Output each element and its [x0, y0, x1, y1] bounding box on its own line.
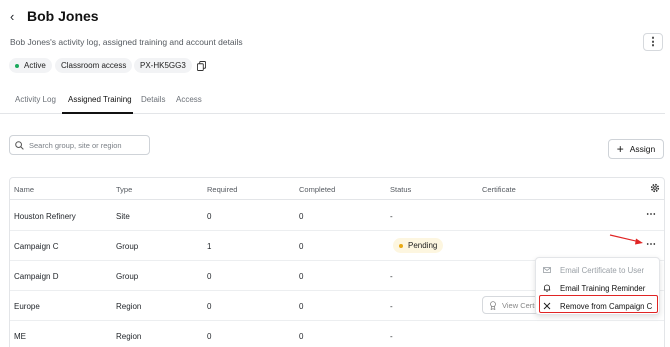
- active-tab-indicator: [62, 112, 133, 114]
- menu-item-label: Email Certificate to User: [560, 265, 645, 275]
- pending-dot-icon: [399, 243, 403, 248]
- column-header-name: Name: [14, 185, 35, 194]
- cell-completed: 0: [299, 212, 304, 221]
- tab-details[interactable]: Details: [141, 95, 165, 104]
- assign-button[interactable]: + Assign: [608, 139, 664, 159]
- more-options-button[interactable]: ⋮: [643, 33, 663, 51]
- column-header-required: Required: [207, 185, 238, 194]
- cell-required: 0: [207, 332, 212, 341]
- cell-required: 0: [207, 272, 212, 281]
- status-badge-active: Active: [9, 58, 52, 73]
- tab-access[interactable]: Access: [176, 95, 202, 104]
- status-badge-label: Active: [24, 61, 46, 70]
- table-row: Houston Refinery Site 0 0 - ⋯: [10, 201, 664, 231]
- cell-name: Campaign C: [14, 242, 59, 251]
- status-badge-label: Pending: [408, 241, 438, 250]
- tab-assigned-training[interactable]: Assigned Training: [68, 95, 132, 104]
- column-header-type: Type: [116, 185, 133, 194]
- cell-completed: 0: [299, 302, 304, 311]
- cell-completed: 0: [299, 272, 304, 281]
- user-id-label: PX-HK5GG3: [140, 61, 186, 70]
- row-actions-menu: Email Certificate to User Email Training…: [535, 257, 660, 315]
- cell-type: Group: [116, 242, 139, 251]
- column-header-completed: Completed: [299, 185, 336, 194]
- gear-icon[interactable]: [650, 183, 660, 193]
- cell-name: Campaign D: [14, 272, 59, 281]
- page-title: Bob Jones: [27, 8, 99, 24]
- active-dot-icon: [15, 63, 19, 68]
- cell-type: Group: [116, 272, 139, 281]
- table-header: Name Type Required Completed Status Cert…: [10, 178, 664, 200]
- column-header-status: Status: [390, 185, 412, 194]
- column-header-certificate: Certificate: [482, 185, 516, 194]
- cell-required: 1: [207, 242, 212, 251]
- cell-required: 0: [207, 302, 212, 311]
- close-icon: [543, 302, 551, 310]
- cell-status: -: [390, 212, 393, 221]
- cell-name: Houston Refinery: [14, 212, 76, 221]
- tab-activity-log[interactable]: Activity Log: [15, 95, 56, 104]
- search-icon: [15, 140, 24, 150]
- mail-icon: [543, 267, 551, 273]
- classroom-access-label: Classroom access: [61, 61, 127, 70]
- user-id-badge: PX-HK5GG3: [134, 58, 192, 73]
- cell-status: -: [390, 332, 393, 341]
- search-input[interactable]: Search group, site or region: [9, 135, 150, 155]
- cell-name: ME: [14, 332, 26, 341]
- menu-item-email-certificate[interactable]: Email Certificate to User: [536, 261, 659, 279]
- menu-item-label: Email Training Reminder: [560, 283, 646, 293]
- bell-icon: [543, 284, 551, 292]
- cell-completed: 0: [299, 242, 304, 251]
- back-chevron-icon[interactable]: ‹: [10, 10, 20, 24]
- cell-type: Region: [116, 302, 142, 311]
- copy-icon[interactable]: [197, 61, 206, 71]
- cell-status: -: [390, 302, 393, 311]
- cell-type: Region: [116, 332, 142, 341]
- menu-item-email-reminder[interactable]: Email Training Reminder: [536, 279, 659, 297]
- page-subtitle: Bob Jones's activity log, assigned train…: [10, 37, 243, 47]
- cell-status: -: [390, 272, 393, 281]
- certificate-icon: [490, 300, 496, 310]
- cell-name: Europe: [14, 302, 40, 311]
- search-placeholder: Search group, site or region: [29, 140, 122, 150]
- assign-button-label: Assign: [629, 144, 656, 154]
- cell-required: 0: [207, 212, 212, 221]
- plus-icon: +: [616, 142, 624, 156]
- menu-item-remove-from-campaign[interactable]: Remove from Campaign C: [536, 297, 659, 315]
- row-options-button[interactable]: ⋯: [643, 207, 659, 223]
- tab-bar: Activity Log Assigned Training Details A…: [0, 92, 665, 114]
- status-badge-pending: Pending: [393, 238, 444, 253]
- cell-type: Site: [116, 212, 130, 221]
- classroom-access-badge: Classroom access: [55, 58, 133, 73]
- cell-completed: 0: [299, 332, 304, 341]
- menu-item-label: Remove from Campaign C: [560, 301, 653, 311]
- row-options-button[interactable]: ⋯: [643, 237, 659, 253]
- table-row: ME Region 0 0 -: [10, 321, 664, 347]
